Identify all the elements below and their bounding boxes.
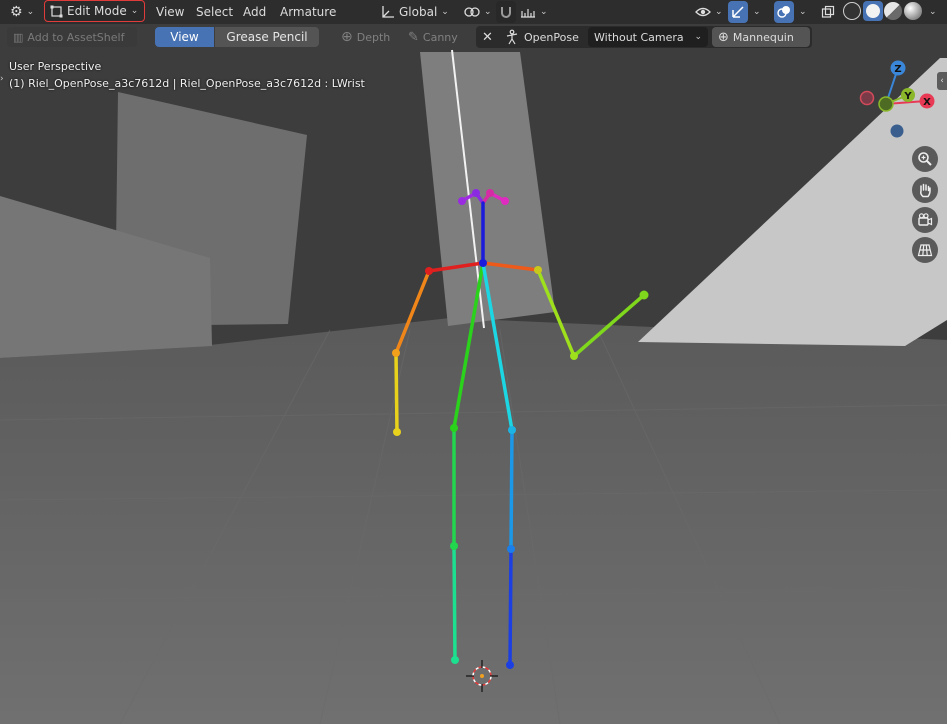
zoom-icon[interactable]	[912, 146, 938, 172]
mannequin-button[interactable]: ⊕ Mannequin	[712, 27, 810, 47]
shading-rendered-icon[interactable]	[904, 2, 922, 20]
canny-label: Canny	[422, 30, 458, 44]
perspective-label: User Perspective	[9, 60, 102, 73]
tab-grease-pencil[interactable]: Grease Pencil	[215, 27, 319, 47]
edit-mode-icon	[50, 5, 63, 17]
mode-label: Edit Mode	[67, 4, 127, 18]
pan-hand-icon[interactable]	[912, 177, 938, 203]
camera-view-icon[interactable]	[912, 207, 938, 233]
chevron-down-icon: ⌄	[130, 6, 139, 16]
snap-target-dropdown[interactable]: ⌄	[517, 1, 551, 23]
depth-icon: ⊕	[341, 29, 353, 45]
camera-select[interactable]: Without Camera ⌄	[588, 27, 708, 47]
chevron-down-icon: ⌄	[753, 7, 761, 17]
gizmo-x-label: X	[923, 97, 931, 108]
canny-button[interactable]: ✎ Canny	[402, 26, 464, 48]
perspective-grid-icon[interactable]	[912, 237, 938, 263]
chevron-down-icon: ⌄	[799, 7, 807, 17]
header-bar: ⚙ ⌄ Edit Mode ⌄ View Select Add Armature…	[0, 0, 947, 24]
armature-icon: ⚙	[10, 4, 23, 20]
link-icon	[464, 7, 480, 17]
menu-add[interactable]: Add	[243, 3, 266, 21]
snap-toggle[interactable]	[496, 1, 516, 23]
shading-material-icon[interactable]	[884, 2, 902, 20]
overlays-icon	[777, 6, 790, 18]
chevron-down-icon: ⌄	[540, 7, 548, 17]
openpose-label: OpenPose	[524, 30, 579, 44]
toolbar-toggle[interactable]: ›	[0, 72, 6, 86]
transform-orientation-dropdown[interactable]: Global ⌄	[377, 1, 453, 23]
chevron-down-icon: ⌄	[715, 7, 723, 17]
chevron-down-icon: ⌄	[26, 7, 35, 17]
chevron-down-icon: ⌄	[441, 7, 449, 17]
depth-label: Depth	[356, 30, 391, 44]
mode-dropdown[interactable]: Edit Mode ⌄	[44, 0, 145, 22]
overlays-dropdown[interactable]: ⌄	[795, 1, 811, 23]
chevron-down-icon: ⌄	[929, 7, 937, 17]
menu-select[interactable]: Select	[196, 3, 233, 21]
gizmo-icon	[732, 6, 744, 18]
shading-wireframe-icon[interactable]	[843, 2, 861, 20]
mannequin-label: Mannequin	[732, 30, 794, 44]
orientation-label: Global	[399, 5, 438, 19]
sidebar-toggle[interactable]: ‹	[937, 72, 947, 90]
visibility-dropdown[interactable]: ⌄	[692, 1, 726, 23]
menu-view[interactable]: View	[156, 3, 184, 21]
eye-icon	[695, 7, 711, 17]
add-to-assetshelf-button[interactable]: ▥ Add to AssetShelf	[7, 27, 137, 47]
magnet-icon	[501, 7, 511, 18]
close-icon: ✕	[482, 29, 493, 45]
pivot-point-dropdown[interactable]: ⌄	[461, 1, 495, 23]
gizmo-y-label: Y	[903, 91, 912, 102]
assetshelf-icon: ▥	[13, 30, 24, 44]
orientation-axes-icon	[382, 6, 394, 18]
menu-armature[interactable]: Armature	[280, 3, 336, 21]
camera-select-value: Without Camera	[594, 30, 684, 44]
editor-type-dropdown[interactable]: ⚙ ⌄	[8, 1, 36, 23]
close-openpose-button[interactable]: ✕	[478, 26, 498, 48]
chevron-down-icon: ⌄	[484, 7, 492, 17]
add-to-assetshelf-label: Add to AssetShelf	[27, 30, 125, 44]
openpose-button[interactable]: OpenPose	[498, 26, 585, 48]
gizmo-z-label: Z	[894, 64, 901, 75]
active-object-info: (1) Riel_OpenPose_a3c7612d | Riel_OpenPo…	[9, 77, 365, 90]
viewport-scene[interactable]: Z Y X	[0, 0, 947, 724]
canny-icon: ✎	[408, 29, 419, 45]
depth-button[interactable]: ⊕ Depth	[335, 26, 396, 48]
tab-view[interactable]: View	[155, 27, 214, 47]
shading-solid-icon[interactable]	[863, 1, 883, 21]
xray-icon	[821, 5, 835, 18]
chevron-down-icon: ⌄	[694, 32, 702, 42]
snap-increment-icon	[521, 9, 535, 18]
gizmo-toggle[interactable]	[728, 1, 748, 23]
shading-dropdown[interactable]: ⌄	[925, 1, 941, 23]
mannequin-icon: ⊕	[718, 29, 729, 45]
overlays-toggle[interactable]	[774, 1, 794, 23]
gizmo-dropdown[interactable]: ⌄	[749, 1, 765, 23]
pose-figure-icon	[506, 29, 518, 45]
xray-toggle[interactable]	[818, 1, 838, 23]
